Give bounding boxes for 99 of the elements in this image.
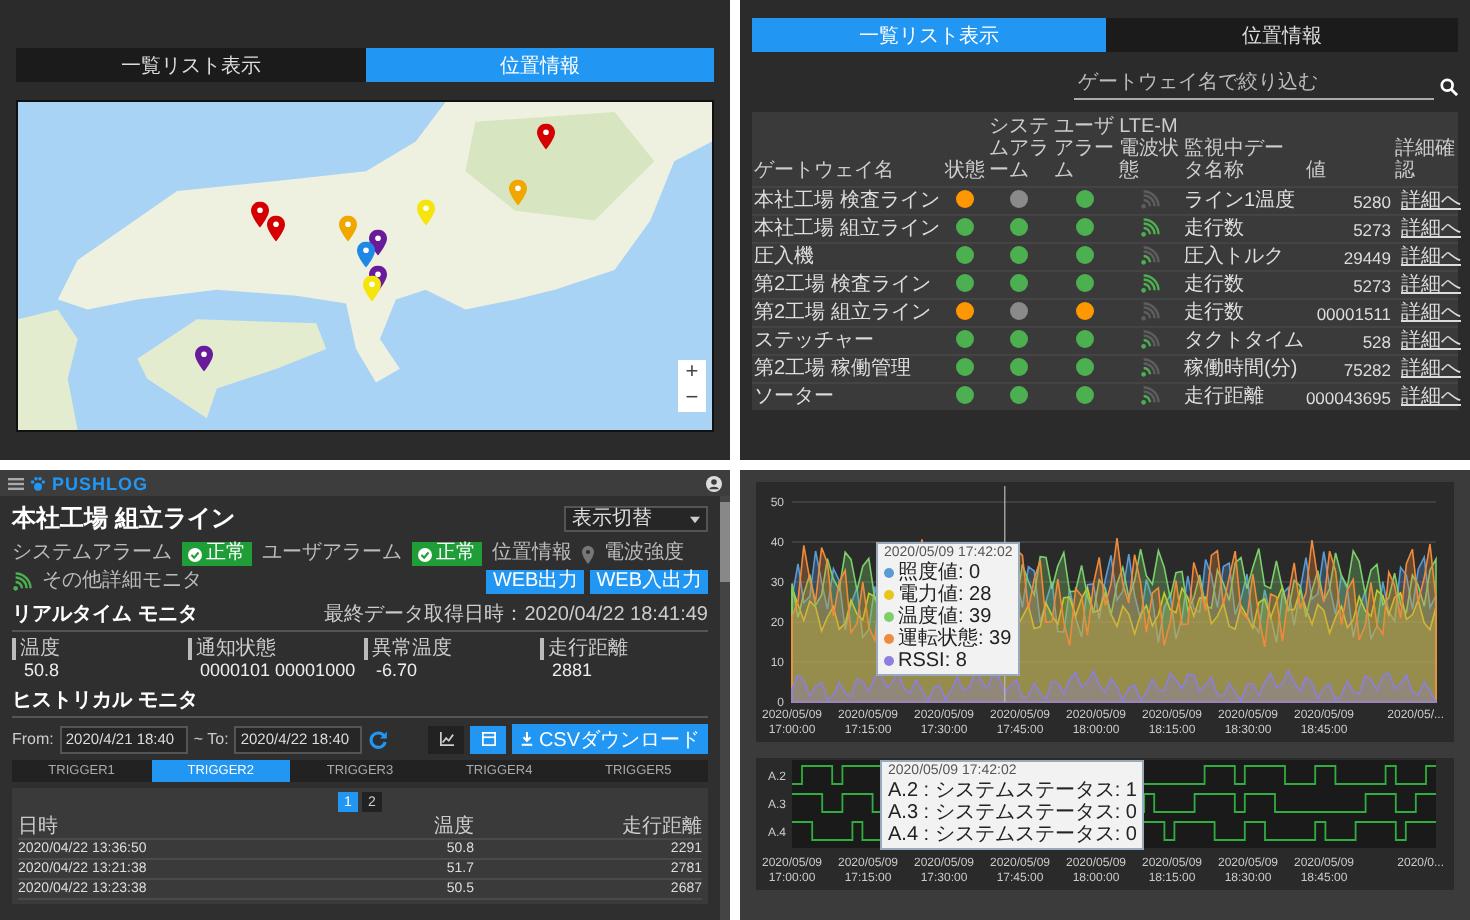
table-cell: 稼働時間(分) (1184, 357, 1298, 379)
tab[interactable]: 位置情報 (1105, 18, 1458, 52)
table-cell: 5280 (1353, 191, 1391, 211)
detail-link[interactable]: 詳細へ (1395, 329, 1461, 351)
table-cell: 5273 (1353, 275, 1391, 295)
tooltip-text: 照度値: 0 (898, 562, 981, 584)
scrollbar[interactable] (720, 496, 730, 920)
map-pin-icon[interactable] (266, 215, 285, 242)
tooltip-text: A.2 : システムステータス: 1 (888, 780, 1137, 802)
detail-link[interactable]: 詳細へ (1395, 217, 1461, 239)
account-icon[interactable] (706, 475, 722, 491)
table-cell: ソーター (754, 385, 834, 407)
table-view-button[interactable] (470, 725, 507, 753)
detail-link[interactable]: 詳細へ (1395, 301, 1461, 323)
table-cell: 000043695 (1305, 387, 1391, 407)
detail-link[interactable]: 詳細へ (1395, 385, 1461, 407)
detail-link[interactable]: 詳細へ (1395, 273, 1461, 295)
table-cell: 第2工場 稼働管理 (754, 357, 911, 379)
table-cell: 圧入トルク (1184, 245, 1285, 267)
field-label: From: (12, 730, 54, 748)
column-header: 監視中データ名称 (1184, 138, 1285, 182)
tooltip-text: 温度値: 39 (898, 606, 992, 628)
caret-icon (690, 515, 700, 523)
tooltip-text: A.4 : システムステータス: 0 (888, 824, 1137, 846)
paw-icon (30, 475, 46, 491)
column-header: 走行距離 (620, 816, 702, 838)
tab[interactable]: 一覧リスト表示 (16, 48, 365, 82)
table-cell: 00001511 (1316, 303, 1391, 323)
column-header: 日時 (18, 816, 60, 838)
tooltip-text: RSSI: 8 (898, 650, 967, 672)
status-label: 位置情報 (492, 542, 572, 566)
view-select[interactable]: 表示切替 (564, 506, 708, 532)
column-header: 状態 (944, 160, 985, 182)
map-pin-icon[interactable] (356, 242, 374, 269)
field-value: -6.70 (374, 660, 420, 680)
last-updated-text: 最終データ取得日時：2020/04/22 18:41:49 (324, 601, 708, 628)
page-title: 本社工場 組立ライン (12, 502, 235, 536)
badge-label: 正常 (436, 542, 476, 566)
field-value: 2881 (550, 660, 595, 680)
table-cell: 第2工場 組立ライン (754, 301, 931, 323)
table-cell: 走行数 (1184, 301, 1245, 323)
map-pin-icon[interactable] (537, 122, 556, 149)
field-value: 50.8 (22, 660, 62, 680)
column-header: システムアラーム (989, 116, 1050, 182)
column-header: 詳細確認 (1395, 138, 1455, 182)
table-icon (481, 732, 496, 746)
tooltip-text: 電力値: 28 (898, 584, 992, 606)
field-label: 温度 (12, 638, 180, 660)
section-title: リアルタイム モニタ (12, 602, 198, 628)
tooltip-text: A.3 : システムステータス: 0 (888, 802, 1137, 824)
field-label: 異常温度 (364, 638, 532, 660)
line-chart-icon (439, 732, 454, 746)
location-pin-icon[interactable] (582, 545, 594, 563)
table-cell: 本社工場 組立ライン (754, 217, 940, 239)
table-cell: 走行数 (1184, 273, 1245, 295)
map-pin-icon[interactable] (362, 275, 381, 302)
column-header: 温度 (432, 816, 474, 838)
download-icon (520, 732, 535, 746)
badge-label: 正常 (206, 542, 246, 566)
table-cell: 75282 (1343, 359, 1391, 379)
column-header: LTE-M電波状態 (1119, 116, 1180, 182)
column-header: 値 (1305, 160, 1326, 182)
status-label: 電波強度 (604, 542, 684, 566)
table-cell: 29449 (1343, 247, 1391, 267)
menu-icon[interactable] (8, 475, 24, 491)
table-cell: 走行距離 (1184, 385, 1265, 407)
field-label: 通知状態 (188, 638, 356, 660)
status-label: その他詳細モニタ (42, 570, 202, 594)
table-cell: ステッチャー (754, 329, 874, 351)
table-cell: 5273 (1353, 219, 1391, 239)
detail-link[interactable]: 詳細へ (1395, 189, 1461, 211)
check-icon (418, 547, 432, 561)
table-cell: ライン1温度 (1184, 189, 1296, 211)
table-cell: 走行数 (1184, 217, 1245, 239)
table-cell: 第2工場 検査ライン (754, 273, 931, 295)
section-title: ヒストリカル モニタ (12, 688, 198, 714)
refresh-icon[interactable] (368, 729, 389, 749)
status-label: ユーザアラーム (262, 542, 402, 566)
table-cell: タクトタイム (1184, 329, 1305, 351)
column-header: ユーザアラーム (1054, 116, 1115, 182)
table-cell: 528 (1362, 331, 1391, 351)
scrollbar-thumb[interactable] (720, 502, 730, 582)
field-value: 0000101 00001000 (198, 660, 356, 680)
map-pin-icon[interactable] (195, 345, 214, 372)
column-header: ゲートウェイ名 (754, 160, 894, 182)
map-pin-icon[interactable] (251, 202, 270, 229)
logo-text: PUSHLOG (52, 473, 149, 493)
field-label: 走行距離 (540, 638, 708, 660)
signal-icon (12, 572, 32, 592)
check-icon (188, 547, 202, 561)
search-icon[interactable] (1440, 78, 1458, 96)
chart-view-button[interactable] (428, 725, 465, 753)
detail-link[interactable]: 詳細へ (1395, 245, 1461, 267)
table-cell: 本社工場 検査ライン (754, 189, 940, 211)
field-label: ~ To: (193, 730, 229, 748)
detail-link[interactable]: 詳細へ (1395, 357, 1461, 379)
status-label: システムアラーム (12, 542, 172, 566)
table-cell: 圧入機 (754, 245, 814, 267)
tooltip-text: 運転状態: 39 (898, 628, 1012, 650)
